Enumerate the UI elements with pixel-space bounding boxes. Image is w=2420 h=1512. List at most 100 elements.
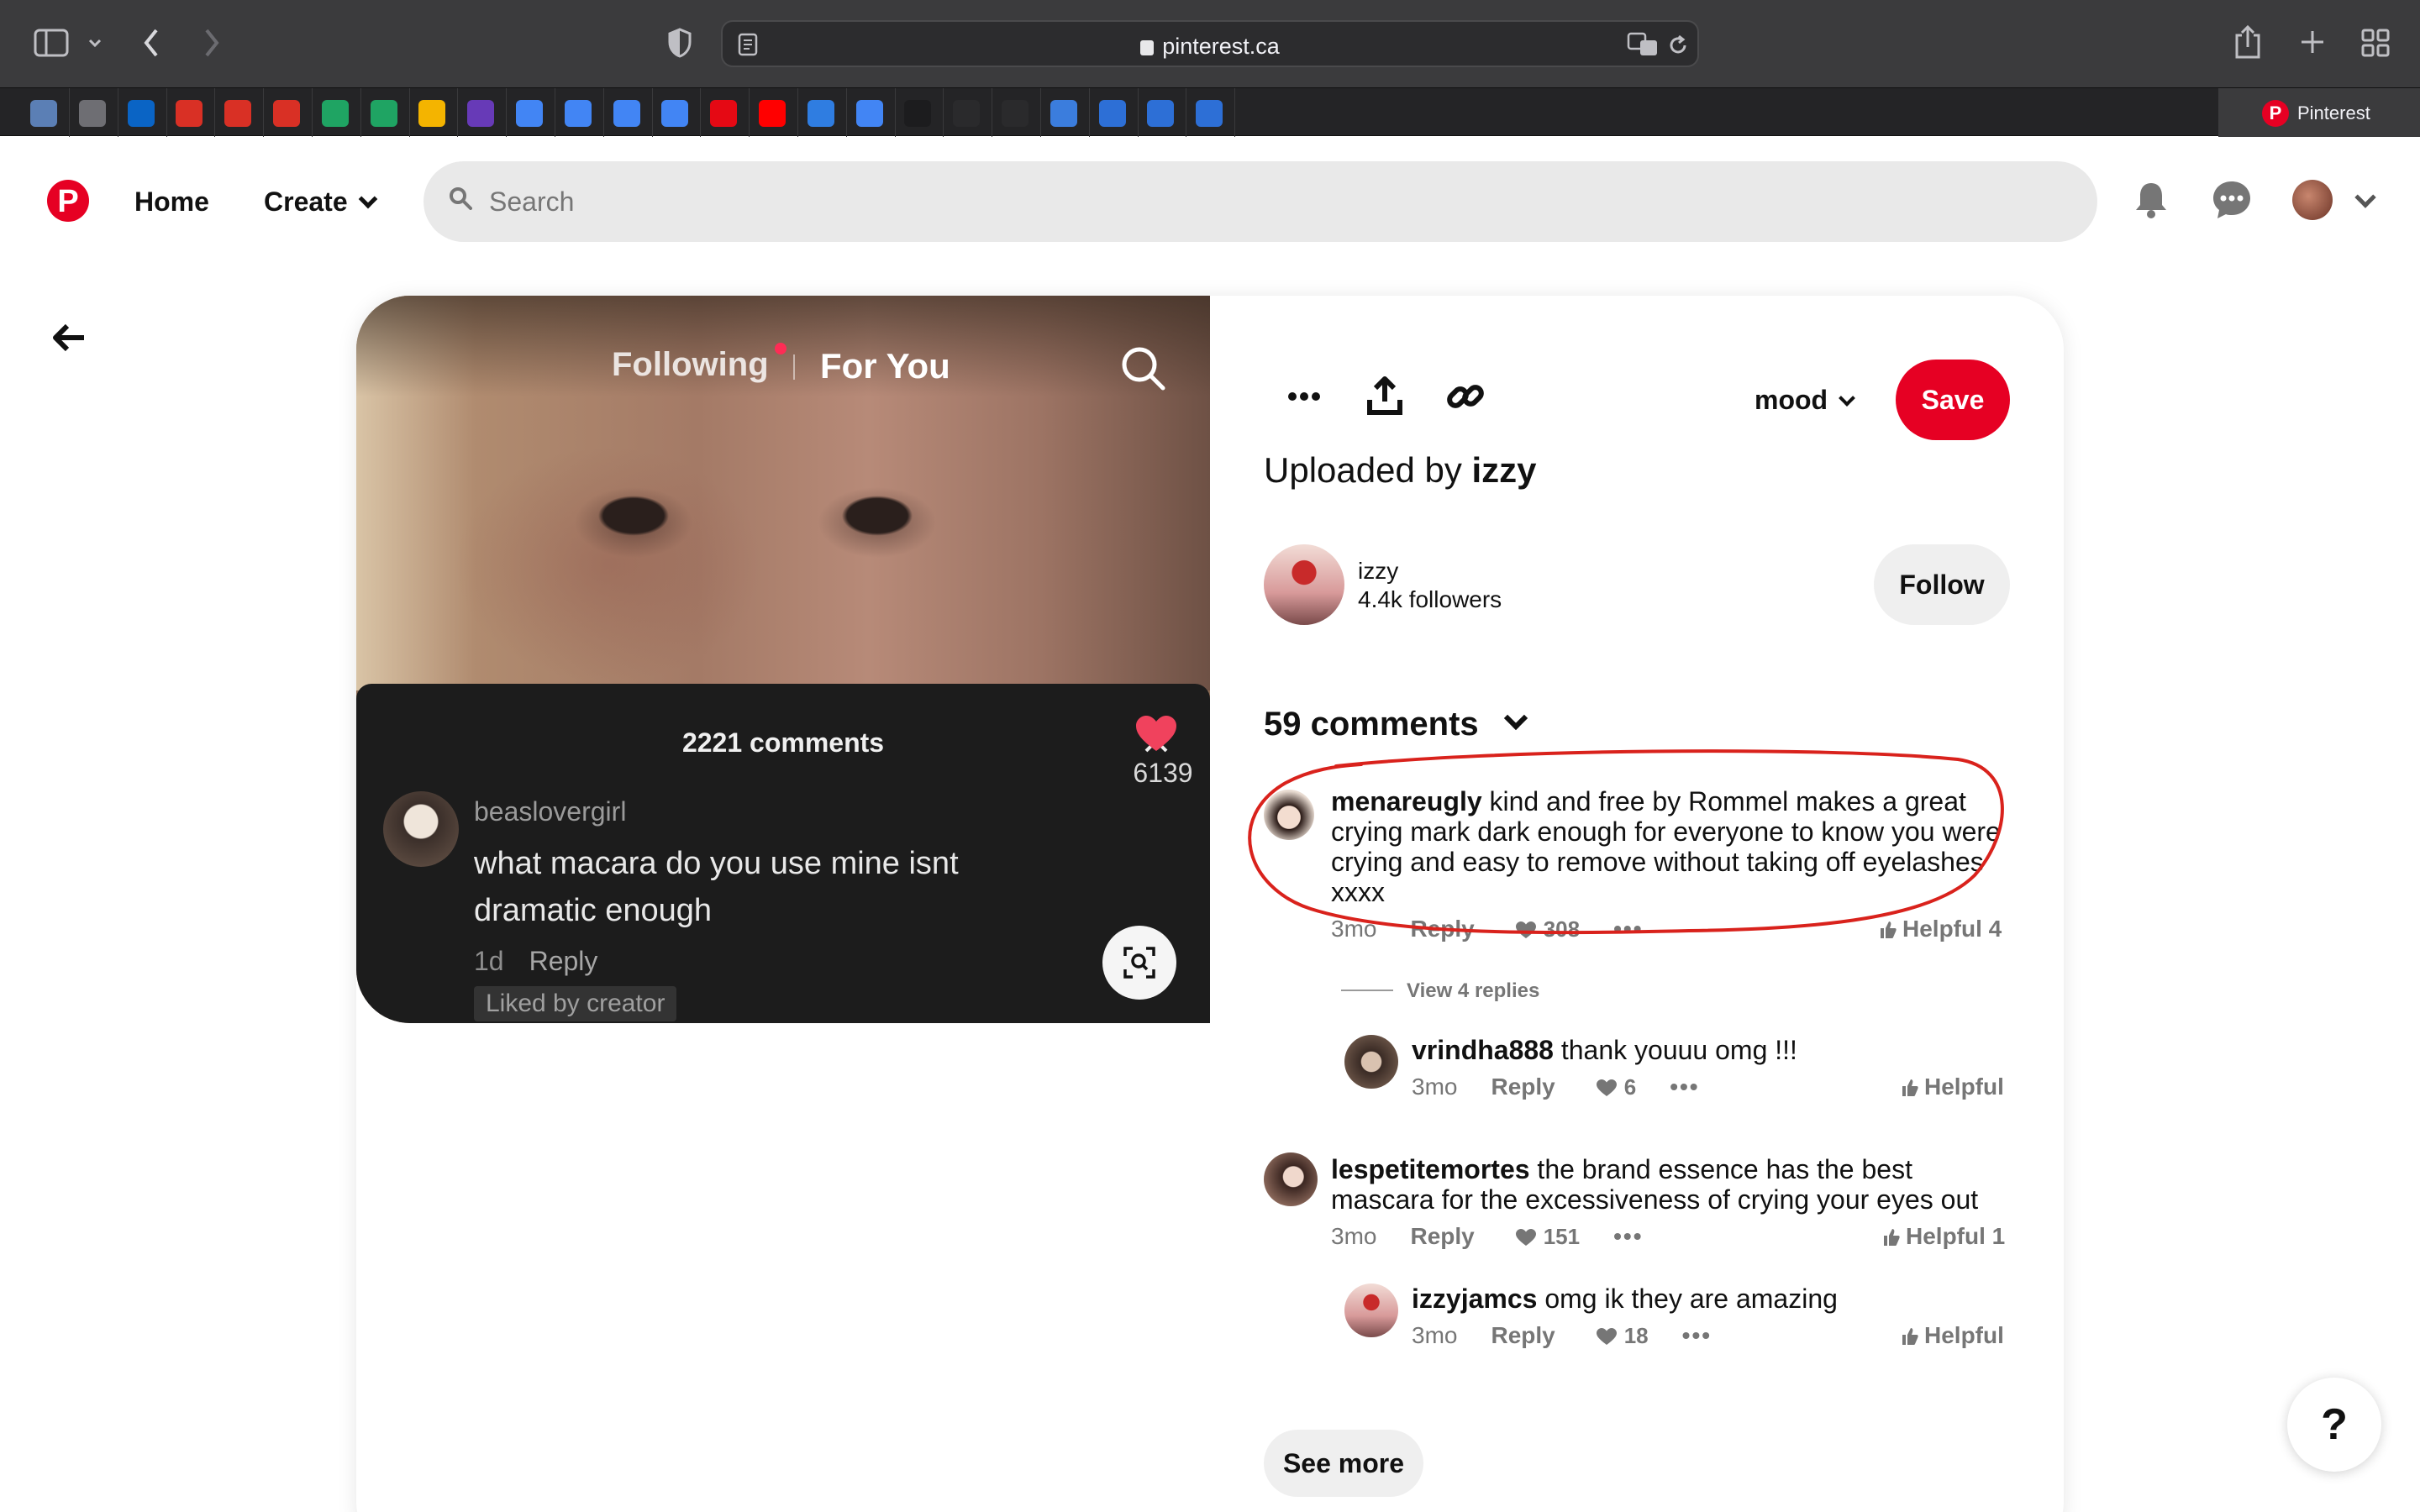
- life-icon[interactable]: [953, 100, 980, 127]
- pin-media[interactable]: Following For You 2221 comments beaslove…: [356, 296, 1210, 1023]
- save-button[interactable]: Save: [1896, 360, 2010, 440]
- see-more-button[interactable]: See more: [1264, 1430, 1423, 1497]
- globe-icon[interactable]: [79, 100, 106, 127]
- reply-button[interactable]: Reply: [1491, 1322, 1555, 1348]
- uploader-name[interactable]: izzy: [1472, 450, 1537, 490]
- comment-user[interactable]: menareugly: [1331, 786, 1482, 816]
- share-upload-icon[interactable]: [1363, 375, 1407, 418]
- notifications-bell-icon[interactable]: [2128, 176, 2175, 223]
- favorites-separator: [895, 88, 896, 137]
- more-options-icon[interactable]: [1282, 375, 1326, 418]
- more-icon[interactable]: •••: [1613, 1223, 1643, 1249]
- more-icon[interactable]: •••: [1613, 916, 1643, 942]
- helpful-button[interactable]: Helpful: [1901, 1322, 2004, 1349]
- address-bar[interactable]: pinterest.ca: [721, 20, 1699, 67]
- gmail-icon[interactable]: [176, 100, 203, 127]
- life-icon[interactable]: [1002, 100, 1028, 127]
- translate-icon[interactable]: [1627, 32, 1659, 57]
- follow-button[interactable]: Follow: [1874, 544, 2010, 625]
- nav-create[interactable]: Create: [264, 186, 377, 218]
- gmail-icon[interactable]: [273, 100, 300, 127]
- helpful-button[interactable]: Helpful: [1901, 1074, 2004, 1100]
- netflix-icon[interactable]: [710, 100, 737, 127]
- like-count: 308: [1543, 916, 1581, 942]
- circle-c-icon[interactable]: [1099, 100, 1126, 127]
- nav-home[interactable]: Home: [134, 186, 209, 218]
- drive-icon[interactable]: [371, 100, 397, 127]
- back-icon[interactable]: [141, 27, 161, 59]
- help-button[interactable]: ?: [2287, 1378, 2381, 1472]
- profile-avatar[interactable]: [2292, 180, 2333, 220]
- privacy-shield-icon[interactable]: [667, 27, 692, 59]
- more-icon[interactable]: •••: [1670, 1074, 1699, 1100]
- chevron-down-icon: [358, 189, 377, 209]
- back-arrow-icon[interactable]: [50, 319, 87, 356]
- favorites-bar: P Pinterest: [0, 87, 2420, 137]
- helpful-button[interactable]: Helpful 4: [1879, 916, 2002, 942]
- tab-pinterest[interactable]: P Pinterest: [2218, 88, 2420, 137]
- creator-name[interactable]: izzy: [1358, 558, 1398, 585]
- docs-icon[interactable]: [661, 100, 688, 127]
- share-icon[interactable]: [2233, 24, 2262, 60]
- globe-icon[interactable]: [30, 100, 57, 127]
- circle-c-icon[interactable]: [1196, 100, 1223, 127]
- new-tab-icon[interactable]: [2299, 29, 2326, 55]
- tab-divider: [793, 354, 795, 380]
- circle-c-icon[interactable]: [1147, 100, 1174, 127]
- heart-icon[interactable]: [1596, 1079, 1618, 1097]
- sidebar-toggle-icon[interactable]: [34, 29, 69, 57]
- link-icon[interactable]: [1444, 375, 1487, 418]
- helpful-button[interactable]: Helpful 1: [1882, 1223, 2005, 1250]
- creator-followers: 4.4k followers: [1358, 586, 1502, 612]
- forward-icon[interactable]: [202, 27, 222, 59]
- favorites-separator: [1089, 88, 1090, 137]
- avatar[interactable]: [1344, 1035, 1398, 1089]
- board-selector[interactable]: mood: [1754, 385, 1855, 416]
- reply-button[interactable]: Reply: [1491, 1074, 1555, 1100]
- messages-icon[interactable]: [2208, 176, 2255, 223]
- search-input[interactable]: [489, 180, 2002, 223]
- pinterest-logo-icon[interactable]: P: [47, 180, 89, 222]
- docs-icon[interactable]: [613, 100, 640, 127]
- docs-icon[interactable]: [516, 100, 543, 127]
- tab-overview-icon[interactable]: [2361, 29, 2390, 57]
- more-icon[interactable]: •••: [1682, 1322, 1712, 1348]
- youtube-icon[interactable]: [759, 100, 786, 127]
- grid-icon[interactable]: [904, 100, 931, 127]
- favorites-separator: [1234, 88, 1235, 137]
- lock-icon: [1140, 40, 1155, 55]
- reply-button[interactable]: Reply: [1410, 1223, 1474, 1249]
- heart-icon[interactable]: [1596, 1327, 1618, 1346]
- search-bar[interactable]: [424, 161, 2097, 242]
- outlook-icon[interactable]: [128, 100, 155, 127]
- thumbs-up-icon: [1902, 1079, 1918, 1096]
- play-icon[interactable]: [808, 100, 834, 127]
- comment-user[interactable]: vrindha888: [1412, 1035, 1554, 1065]
- heart-icon[interactable]: [1515, 921, 1537, 939]
- pin-image: Following For You: [356, 296, 1210, 690]
- avatar[interactable]: [1344, 1284, 1398, 1337]
- chevron-down-icon: [1839, 390, 1855, 407]
- avatar[interactable]: [1264, 1152, 1318, 1206]
- comments-header[interactable]: 59 comments: [1264, 706, 1528, 743]
- comment-user[interactable]: izzyjamcs: [1412, 1284, 1537, 1314]
- squares-icon[interactable]: [1050, 100, 1077, 127]
- drive-icon[interactable]: [322, 100, 349, 127]
- chevron-down-icon: [1503, 706, 1528, 731]
- avatar[interactable]: [1264, 790, 1314, 840]
- calendar-icon[interactable]: [856, 100, 883, 127]
- forms-icon[interactable]: [467, 100, 494, 127]
- creator-avatar[interactable]: [1264, 544, 1344, 625]
- liked-by-creator-badge: Liked by creator: [474, 986, 677, 1021]
- slides-icon[interactable]: [418, 100, 445, 127]
- docs-icon[interactable]: [565, 100, 592, 127]
- heart-icon[interactable]: [1515, 1228, 1537, 1247]
- view-replies-link[interactable]: View 4 replies: [1341, 979, 1539, 1003]
- chevron-down-icon[interactable]: [87, 37, 103, 49]
- account-chevron-icon[interactable]: [2354, 186, 2376, 208]
- reply-button[interactable]: Reply: [1410, 916, 1474, 942]
- comment-user[interactable]: lespetitemortes: [1331, 1154, 1530, 1184]
- visual-search-button[interactable]: [1102, 926, 1176, 1000]
- reload-icon[interactable]: [1667, 34, 1689, 57]
- gmail-icon[interactable]: [224, 100, 251, 127]
